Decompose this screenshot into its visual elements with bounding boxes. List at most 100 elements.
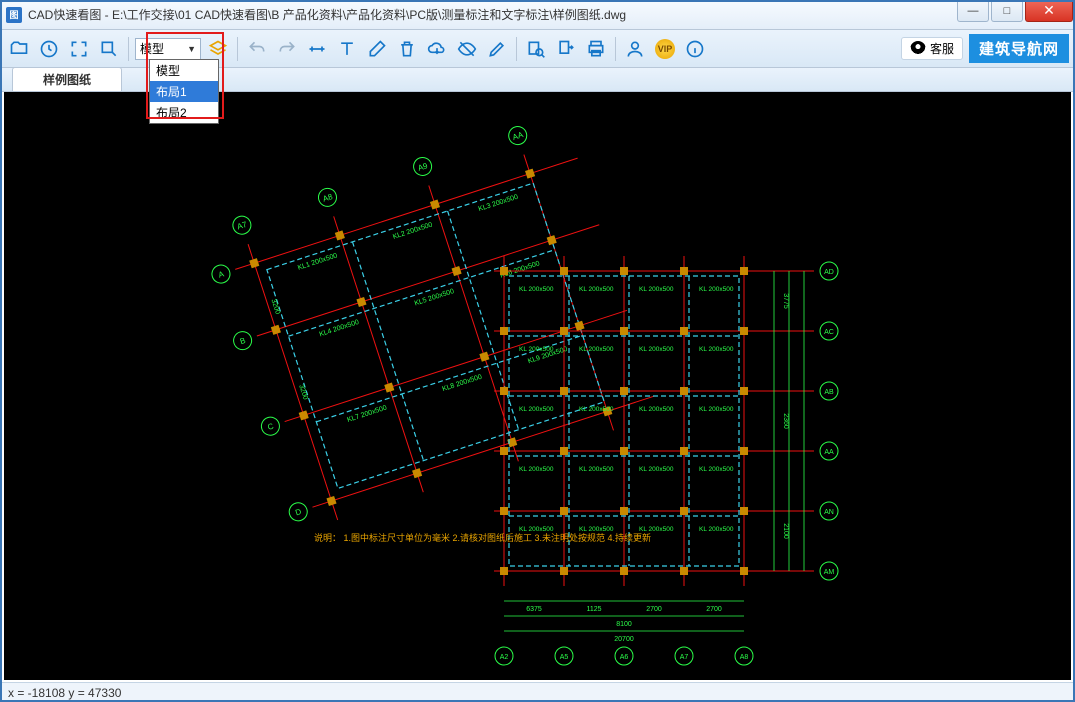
svg-text:AB: AB	[824, 389, 834, 396]
svg-text:KL 200x500: KL 200x500	[579, 526, 614, 533]
user-icon[interactable]	[622, 36, 648, 62]
svg-text:KL 200x500: KL 200x500	[699, 466, 734, 473]
svg-text:1125: 1125	[586, 606, 601, 613]
svg-text:KL 200x500: KL 200x500	[639, 346, 674, 353]
window-buttons: — □ ✕	[957, 0, 1075, 29]
svg-text:KL1 200x500: KL1 200x500	[297, 252, 339, 271]
svg-text:B: B	[239, 336, 247, 346]
svg-text:KL2 200x500: KL2 200x500	[392, 221, 434, 240]
svg-text:KL 200x500: KL 200x500	[639, 466, 674, 473]
measure-icon[interactable]	[304, 36, 330, 62]
find-icon[interactable]	[523, 36, 549, 62]
svg-text:A8: A8	[322, 192, 335, 204]
svg-text:KL 200x500: KL 200x500	[699, 286, 734, 293]
svg-text:KL 200x500: KL 200x500	[639, 286, 674, 293]
minimize-button[interactable]: —	[957, 0, 989, 22]
layout-combo-value: 模型	[140, 40, 164, 57]
svg-text:20700: 20700	[614, 636, 634, 643]
svg-text:AN: AN	[824, 509, 834, 516]
svg-text:A7: A7	[236, 220, 249, 232]
customer-service-button[interactable]: 客服	[901, 37, 963, 60]
navsite-button[interactable]: 建筑导航网	[969, 34, 1069, 63]
open-file-icon[interactable]	[6, 36, 32, 62]
dropdown-option-layout2[interactable]: 布局2	[150, 102, 218, 123]
svg-text:AC: AC	[824, 329, 834, 336]
layout-combobox[interactable]: 模型 ▼	[135, 38, 201, 60]
info-icon[interactable]	[682, 36, 708, 62]
svg-text:D: D	[294, 507, 302, 517]
layout-dropdown: 模型 布局1 布局2	[149, 59, 219, 124]
separator	[237, 37, 238, 61]
svg-text:KL 200x500: KL 200x500	[699, 346, 734, 353]
svg-text:KL8 200x500: KL8 200x500	[441, 374, 483, 393]
svg-text:3775: 3775	[782, 293, 789, 309]
svg-text:KL 200x500: KL 200x500	[519, 406, 554, 413]
qq-icon	[910, 41, 926, 57]
titlebar: 图 CAD快速看图 - E:\工作交接\01 CAD快速看图\B 产品化资料\产…	[0, 0, 1075, 30]
svg-text:KL 200x500: KL 200x500	[519, 346, 554, 353]
svg-text:A7: A7	[680, 654, 689, 661]
svg-text:2700: 2700	[646, 606, 662, 613]
recent-icon[interactable]	[36, 36, 62, 62]
chevron-down-icon: ▼	[187, 44, 196, 54]
separator	[615, 37, 616, 61]
drawing-canvas[interactable]: KL1 200x500 KL2 200x500 KL3 200x500 KL4 20…	[4, 92, 1071, 680]
svg-text:KL 200x500: KL 200x500	[579, 346, 614, 353]
close-button[interactable]: ✕	[1025, 0, 1073, 22]
svg-text:2360: 2360	[782, 413, 789, 429]
svg-text:AD: AD	[824, 269, 834, 276]
svg-text:KL4 200x500: KL4 200x500	[319, 319, 361, 338]
svg-text:KL 200x500: KL 200x500	[519, 526, 554, 533]
svg-text:KL 200x500: KL 200x500	[639, 526, 674, 533]
svg-text:KL 200x500: KL 200x500	[579, 466, 614, 473]
statusbar: x = -18108 y = 47330	[0, 682, 1075, 702]
svg-text:KL 200x500: KL 200x500	[579, 286, 614, 293]
redo-icon[interactable]	[274, 36, 300, 62]
svg-text:AA: AA	[824, 449, 834, 456]
cloud-download-icon[interactable]	[424, 36, 450, 62]
window-title: CAD快速看图 - E:\工作交接\01 CAD快速看图\B 产品化资料\产品化…	[28, 6, 957, 23]
svg-text:2100: 2100	[782, 523, 789, 539]
edit-icon[interactable]	[484, 36, 510, 62]
svg-text:KL 200x500: KL 200x500	[579, 406, 614, 413]
svg-text:A: A	[217, 269, 225, 279]
separator	[516, 37, 517, 61]
layers-icon[interactable]	[205, 36, 231, 62]
hide-icon[interactable]	[454, 36, 480, 62]
svg-text:KL3 200x500: KL3 200x500	[478, 194, 520, 213]
dropdown-option-model[interactable]: 模型	[150, 60, 218, 81]
drawing-note: 说明： 1.图中标注尺寸单位为毫米 2.请核对图纸后施工 3.未注明处按规范 4…	[314, 532, 651, 543]
svg-text:C: C	[266, 421, 274, 431]
svg-text:A8: A8	[740, 654, 749, 661]
maximize-button[interactable]: □	[991, 0, 1023, 22]
svg-text:AA: AA	[511, 130, 525, 142]
dropdown-option-layout1[interactable]: 布局1	[150, 81, 218, 102]
print-icon[interactable]	[583, 36, 609, 62]
svg-text:A2: A2	[500, 654, 509, 661]
svg-text:AM: AM	[824, 569, 835, 576]
svg-text:6375: 6375	[526, 606, 542, 613]
svg-text:KL 200x500: KL 200x500	[639, 406, 674, 413]
delete-icon[interactable]	[394, 36, 420, 62]
export-icon[interactable]	[553, 36, 579, 62]
svg-text:A9: A9	[417, 161, 430, 173]
fullscreen-icon[interactable]	[66, 36, 92, 62]
svg-text:2700: 2700	[706, 606, 722, 613]
separator	[128, 37, 129, 61]
svg-text:8100: 8100	[616, 621, 632, 628]
eraser-icon[interactable]	[364, 36, 390, 62]
cursor-coordinates: x = -18108 y = 47330	[8, 686, 121, 700]
text-icon[interactable]	[334, 36, 360, 62]
svg-text:KL 200x500: KL 200x500	[699, 526, 734, 533]
svg-text:KL 200x500: KL 200x500	[699, 406, 734, 413]
zoom-window-icon[interactable]	[96, 36, 122, 62]
tab-drawing[interactable]: 样例图纸	[12, 67, 122, 91]
undo-icon[interactable]	[244, 36, 270, 62]
svg-text:A6: A6	[620, 654, 629, 661]
vip-icon[interactable]: VIP	[652, 36, 678, 62]
svg-text:KL5 200x500: KL5 200x500	[414, 288, 456, 307]
svg-text:3200: 3200	[297, 384, 309, 401]
svg-text:KL 200x500: KL 200x500	[519, 466, 554, 473]
app-icon: 图	[6, 7, 22, 23]
customer-service-label: 客服	[930, 40, 954, 57]
